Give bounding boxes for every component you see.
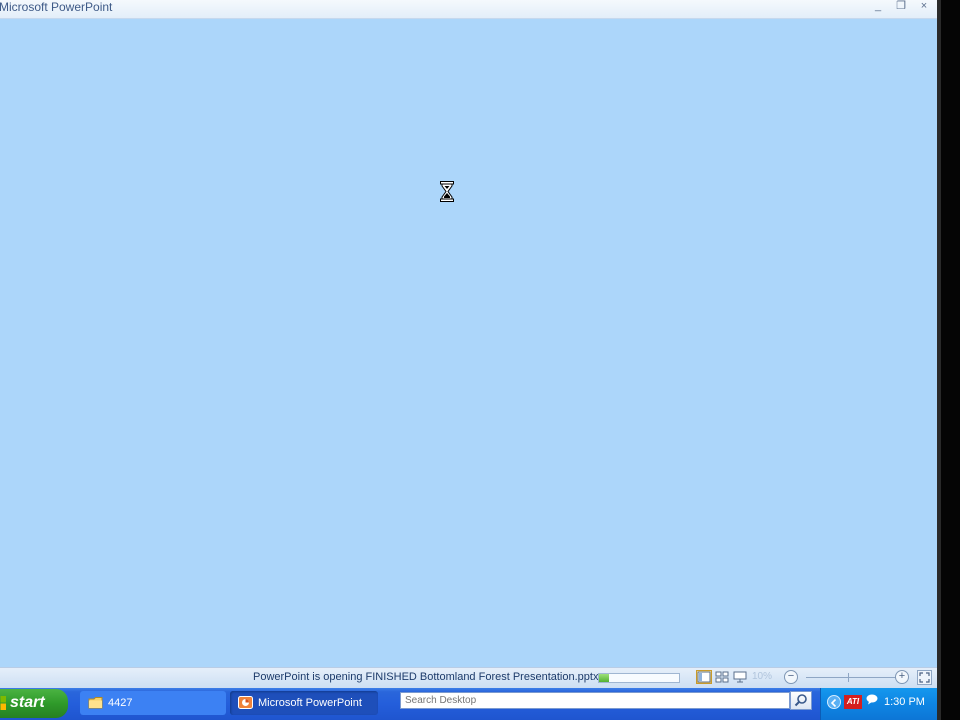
desktop-screen: Microsoft PowerPoint _ ❐ × PowerPoint is… bbox=[0, 0, 937, 720]
taskbar-item-label: Microsoft PowerPoint bbox=[258, 697, 362, 709]
notification-bubble-icon[interactable] bbox=[866, 694, 878, 705]
restore-button[interactable]: ❐ bbox=[892, 0, 910, 13]
close-button[interactable]: × bbox=[915, 0, 933, 13]
normal-view-button[interactable] bbox=[696, 670, 712, 684]
taskbar-clock[interactable]: 1:30 PM bbox=[884, 696, 925, 708]
zoom-slider[interactable] bbox=[806, 677, 896, 678]
zoom-in-button[interactable]: + bbox=[895, 670, 909, 684]
taskbar: start 4427 Microsoft PowerPoint Search D… bbox=[0, 688, 937, 720]
status-message: PowerPoint is opening FINISHED Bottomlan… bbox=[253, 671, 602, 683]
slide-show-button[interactable] bbox=[732, 670, 748, 684]
screen-border-edge bbox=[937, 0, 941, 720]
windows-flag-icon bbox=[0, 696, 6, 710]
loading-progress-fill bbox=[599, 674, 609, 682]
ati-tray-icon[interactable]: ATI bbox=[844, 695, 862, 709]
system-tray: ATI 1:30 PM bbox=[820, 688, 937, 720]
status-bar: PowerPoint is opening FINISHED Bottomlan… bbox=[0, 667, 937, 688]
start-label: start bbox=[10, 694, 45, 711]
slide-sorter-view-button[interactable] bbox=[714, 670, 730, 684]
fit-window-icon bbox=[919, 672, 930, 683]
desktop-search-input[interactable] bbox=[400, 692, 790, 709]
start-button[interactable]: start bbox=[0, 689, 68, 718]
window-title: Microsoft PowerPoint bbox=[0, 0, 113, 14]
slide-show-icon bbox=[733, 671, 747, 683]
powerpoint-icon bbox=[238, 696, 253, 709]
taskbar-item-powerpoint[interactable]: Microsoft PowerPoint bbox=[230, 691, 378, 715]
chevron-left-icon bbox=[830, 698, 837, 708]
fit-to-window-button[interactable] bbox=[917, 670, 932, 685]
screen-border bbox=[937, 0, 960, 720]
loading-progress-bar bbox=[598, 673, 680, 683]
zoom-level[interactable]: 10% bbox=[752, 671, 772, 682]
hourglass-icon bbox=[440, 181, 454, 202]
zoom-out-button[interactable]: − bbox=[784, 670, 798, 684]
zoom-slider-center-mark bbox=[848, 673, 849, 682]
minimize-button[interactable]: _ bbox=[869, 0, 887, 13]
desktop-search-button[interactable] bbox=[790, 691, 812, 710]
window-titlebar[interactable]: Microsoft PowerPoint _ ❐ × bbox=[0, 0, 937, 19]
document-area bbox=[0, 19, 937, 667]
normal-view-icon bbox=[697, 671, 711, 683]
search-icon bbox=[794, 694, 807, 707]
taskbar-item-folder[interactable]: 4427 bbox=[80, 691, 226, 715]
taskbar-item-label: 4427 bbox=[108, 697, 133, 709]
show-hidden-icons-button[interactable] bbox=[827, 695, 841, 709]
slide-sorter-icon bbox=[715, 671, 729, 683]
folder-icon bbox=[88, 697, 103, 709]
